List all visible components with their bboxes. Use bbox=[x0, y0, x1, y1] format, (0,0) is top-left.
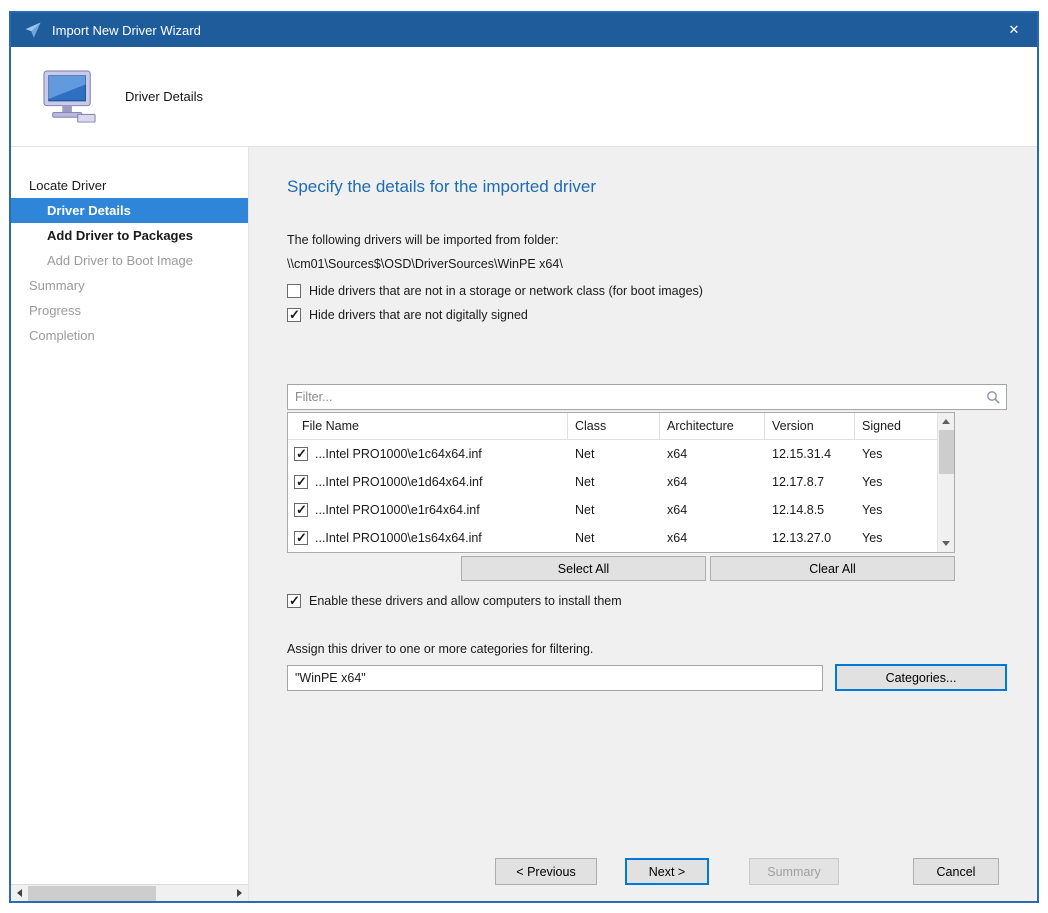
driver-row-checkbox[interactable] bbox=[294, 531, 308, 545]
sidebar-item-summary[interactable]: Summary bbox=[11, 273, 248, 298]
driver-file-name: ...Intel PRO1000\e1d64x64.inf bbox=[315, 475, 482, 489]
driver-table: File Name Class Architecture Version Sig… bbox=[287, 412, 955, 553]
driver-row-checkbox[interactable] bbox=[294, 447, 308, 461]
driver-signed: Yes bbox=[855, 503, 939, 517]
wizard-header: Driver Details bbox=[11, 47, 1037, 147]
page-title: Driver Details bbox=[125, 89, 203, 104]
import-folder-path: \\cm01\Sources$\OSD\DriverSources\WinPE … bbox=[287, 257, 1013, 271]
table-row[interactable]: ...Intel PRO1000\e1r64x64.inf Net x64 12… bbox=[288, 496, 937, 524]
enable-drivers-checkbox[interactable] bbox=[287, 594, 301, 608]
table-row[interactable]: ...Intel PRO1000\e1s64x64.inf Net x64 12… bbox=[288, 524, 937, 552]
hide-unsigned-label: Hide drivers that are not digitally sign… bbox=[309, 308, 528, 322]
cancel-button[interactable]: Cancel bbox=[913, 858, 999, 885]
hide-storage-network-checkbox-row[interactable]: Hide drivers that are not in a storage o… bbox=[287, 284, 1013, 298]
wizard-icon bbox=[23, 20, 43, 40]
search-icon bbox=[986, 390, 1000, 404]
driver-file-name: ...Intel PRO1000\e1s64x64.inf bbox=[315, 531, 482, 545]
wizard-footer: < Previous Next > Summary Cancel bbox=[287, 858, 1013, 885]
driver-architecture: x64 bbox=[660, 503, 765, 517]
filter-field-wrap bbox=[287, 384, 1007, 410]
window-title: Import New Driver Wizard bbox=[52, 23, 991, 38]
column-header-signed[interactable]: Signed bbox=[855, 413, 939, 439]
driver-file-name: ...Intel PRO1000\e1r64x64.inf bbox=[315, 503, 480, 517]
filter-input[interactable] bbox=[287, 384, 1007, 410]
sidebar-item-add-driver-to-boot-image[interactable]: Add Driver to Boot Image bbox=[11, 248, 248, 273]
driver-architecture: x64 bbox=[660, 531, 765, 545]
driver-file-name: ...Intel PRO1000\e1c64x64.inf bbox=[315, 447, 482, 461]
column-header-architecture[interactable]: Architecture bbox=[660, 413, 765, 439]
driver-class: Net bbox=[568, 531, 660, 545]
horizontal-scrollbar-thumb[interactable] bbox=[28, 886, 156, 901]
wizard-steps-sidebar: Locate Driver Driver Details Add Driver … bbox=[11, 147, 249, 901]
enable-drivers-label: Enable these drivers and allow computers… bbox=[309, 594, 622, 608]
sidebar-item-progress[interactable]: Progress bbox=[11, 298, 248, 323]
hide-storage-network-label: Hide drivers that are not in a storage o… bbox=[309, 284, 703, 298]
driver-version: 12.15.31.4 bbox=[765, 447, 855, 461]
enable-drivers-checkbox-row[interactable]: Enable these drivers and allow computers… bbox=[287, 594, 1013, 608]
computer-icon bbox=[39, 70, 101, 124]
content-heading: Specify the details for the imported dri… bbox=[287, 177, 1013, 197]
wizard-content: Specify the details for the imported dri… bbox=[249, 147, 1037, 901]
driver-signed: Yes bbox=[855, 475, 939, 489]
vertical-scrollbar[interactable] bbox=[937, 413, 954, 552]
title-bar: Import New Driver Wizard ✕ bbox=[11, 13, 1037, 47]
category-field[interactable] bbox=[287, 665, 823, 691]
table-row[interactable]: ...Intel PRO1000\e1c64x64.inf Net x64 12… bbox=[288, 440, 937, 468]
scroll-up-icon[interactable] bbox=[938, 413, 955, 430]
driver-class: Net bbox=[568, 503, 660, 517]
clear-all-button[interactable]: Clear All bbox=[710, 556, 955, 581]
column-header-file-name[interactable]: File Name bbox=[288, 413, 568, 439]
driver-row-checkbox[interactable] bbox=[294, 475, 308, 489]
scroll-left-icon[interactable] bbox=[11, 885, 28, 902]
sidebar-item-locate-driver[interactable]: Locate Driver bbox=[11, 173, 248, 198]
driver-version: 12.14.8.5 bbox=[765, 503, 855, 517]
driver-table-header: File Name Class Architecture Version Sig… bbox=[288, 413, 937, 440]
scroll-right-icon[interactable] bbox=[231, 885, 248, 902]
driver-architecture: x64 bbox=[660, 447, 765, 461]
import-folder-intro: The following drivers will be imported f… bbox=[287, 233, 1013, 247]
driver-version: 12.17.8.7 bbox=[765, 475, 855, 489]
table-row[interactable]: ...Intel PRO1000\e1d64x64.inf Net x64 12… bbox=[288, 468, 937, 496]
driver-version: 12.13.27.0 bbox=[765, 531, 855, 545]
wizard-window: Import New Driver Wizard ✕ Driver Detail… bbox=[9, 11, 1039, 903]
driver-class: Net bbox=[568, 447, 660, 461]
select-all-button[interactable]: Select All bbox=[461, 556, 706, 581]
driver-row-checkbox[interactable] bbox=[294, 503, 308, 517]
summary-button: Summary bbox=[749, 858, 839, 885]
column-header-class[interactable]: Class bbox=[568, 413, 660, 439]
sidebar-item-driver-details[interactable]: Driver Details bbox=[11, 198, 248, 223]
hide-unsigned-checkbox[interactable] bbox=[287, 308, 301, 322]
sidebar-item-add-driver-to-packages[interactable]: Add Driver to Packages bbox=[11, 223, 248, 248]
scroll-down-icon[interactable] bbox=[938, 535, 955, 552]
close-icon[interactable]: ✕ bbox=[991, 13, 1037, 47]
previous-button[interactable]: < Previous bbox=[495, 858, 597, 885]
vertical-scrollbar-thumb[interactable] bbox=[939, 430, 954, 474]
assign-category-label: Assign this driver to one or more catego… bbox=[287, 642, 1013, 656]
driver-architecture: x64 bbox=[660, 475, 765, 489]
hide-storage-network-checkbox[interactable] bbox=[287, 284, 301, 298]
driver-class: Net bbox=[568, 475, 660, 489]
sidebar-item-completion[interactable]: Completion bbox=[11, 323, 248, 348]
driver-signed: Yes bbox=[855, 531, 939, 545]
hide-unsigned-checkbox-row[interactable]: Hide drivers that are not digitally sign… bbox=[287, 308, 1013, 322]
column-header-version[interactable]: Version bbox=[765, 413, 855, 439]
categories-button[interactable]: Categories... bbox=[835, 664, 1007, 691]
driver-signed: Yes bbox=[855, 447, 939, 461]
horizontal-scrollbar[interactable] bbox=[11, 884, 248, 901]
next-button[interactable]: Next > bbox=[625, 858, 709, 885]
